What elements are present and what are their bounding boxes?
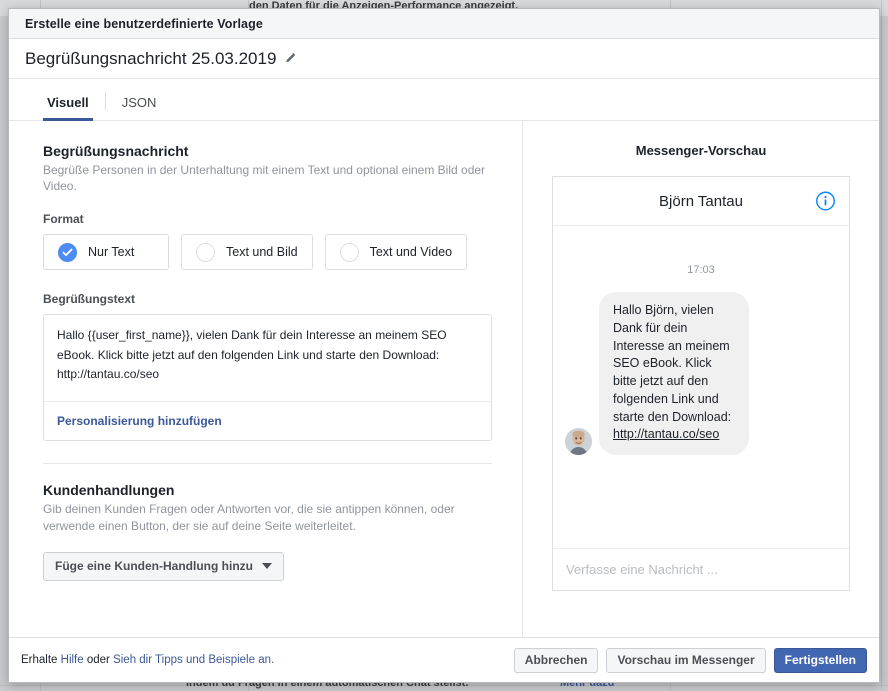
custom-template-dialog: Erstelle eine benutzerdefinierte Vorlage…: [8, 8, 880, 683]
message-row: Hallo Björn, vielen Dank für dein Intere…: [565, 292, 837, 455]
greeting-text-label: Begrüßungstext: [43, 292, 136, 307]
tab-json[interactable]: JSON: [106, 96, 173, 120]
footer-note-middle: oder: [83, 654, 114, 666]
template-title-row: Begrüßungsnachricht 25.03.2019: [9, 39, 879, 79]
footer-actions: Abbrechen Vorschau im Messenger Fertigst…: [513, 647, 867, 673]
radio-unchecked-icon: [196, 242, 215, 262]
add-customer-action-button[interactable]: Füge eine Kunden-Handlung hinzu: [43, 551, 284, 581]
greeting-text-box: Hallo {{user_first_name}}, vielen Dank f…: [43, 314, 492, 442]
format-options: Nur Text Text und Bild Text und Video: [43, 234, 492, 271]
greeting-text-footer: Personalisierung hinzufügen: [44, 401, 491, 440]
dialog-body: Begrüßungsnachricht Begrüße Personen in …: [9, 121, 879, 637]
footer-note-prefix: Erhalte: [21, 654, 61, 666]
customer-actions-description: Gib deinen Kunden Fragen oder Antworten …: [43, 502, 455, 533]
preview-pane: Messenger-Vorschau Björn Tantau 17:03 Ha…: [523, 121, 879, 637]
editor-pane: Begrüßungsnachricht Begrüße Personen in …: [9, 121, 523, 637]
preview-in-messenger-button[interactable]: Vorschau im Messenger: [606, 647, 766, 673]
template-name: Begrüßungsnachricht 25.03.2019: [25, 48, 277, 68]
message-bubble: Hallo Björn, vielen Dank für dein Intere…: [599, 292, 749, 455]
preview-heading: Messenger-Vorschau: [635, 143, 767, 158]
format-option-label: Text und Video: [369, 245, 453, 260]
greeting-section-title: Begrüßungsnachricht: [43, 143, 189, 159]
contact-name: Björn Tantau: [659, 192, 743, 210]
tab-json-label: JSON: [121, 95, 157, 110]
message-link[interactable]: http://tantau.co/seo: [613, 427, 719, 441]
format-option-label: Text und Bild: [226, 245, 298, 260]
tab-visuell-label: Visuell: [47, 95, 89, 110]
radio-checked-icon: [58, 242, 77, 262]
editor-tabs: Visuell JSON: [9, 79, 879, 121]
dialog-header: Erstelle eine benutzerdefinierte Vorlage: [9, 9, 879, 39]
chevron-down-icon: [261, 563, 272, 570]
add-personalization-link[interactable]: Personalisierung hinzufügen: [57, 414, 222, 428]
dialog-footer: Erhalte Hilfe oder Sieh dir Tipps und Be…: [9, 637, 879, 682]
messenger-header: Björn Tantau: [553, 177, 849, 226]
tips-link[interactable]: Sieh dir Tipps und Beispiele an.: [113, 654, 274, 666]
section-divider: [43, 463, 492, 465]
greeting-text-input[interactable]: Hallo {{user_first_name}}, vielen Dank f…: [44, 315, 491, 401]
messenger-preview: Björn Tantau 17:03 Hallo Björn, vielen D…: [552, 176, 850, 591]
format-option-text-und-bild[interactable]: Text und Bild: [181, 234, 313, 271]
pencil-icon[interactable]: [283, 52, 296, 65]
dialog-title: Erstelle eine benutzerdefinierte Vorlage: [25, 16, 263, 31]
help-link[interactable]: Hilfe: [61, 654, 84, 666]
compose-placeholder: Verfasse eine Nachricht ...: [566, 562, 718, 577]
cancel-button[interactable]: Abbrechen: [513, 647, 599, 673]
message-text: Hallo Björn, vielen Dank für dein Intere…: [613, 303, 732, 424]
format-label: Format: [43, 212, 84, 227]
message-thread: 17:03 Hallo Björn, vielen Dank für dein …: [553, 226, 849, 548]
greeting-section-description: Begrüße Personen in der Unterhaltung mit…: [43, 163, 486, 194]
background-rule-4: [881, 0, 882, 691]
avatar: [565, 428, 592, 455]
format-option-nur-text[interactable]: Nur Text: [43, 234, 169, 271]
info-circle-icon[interactable]: [815, 191, 836, 212]
message-compose-field[interactable]: Verfasse eine Nachricht ...: [553, 548, 849, 590]
finish-button[interactable]: Fertigstellen: [773, 647, 867, 673]
customer-actions-title: Kundenhandlungen: [43, 482, 175, 499]
message-timestamp: 17:03: [687, 264, 715, 276]
add-customer-action-label: Füge eine Kunden-Handlung hinzu: [55, 559, 253, 574]
format-option-label: Nur Text: [88, 245, 135, 260]
radio-unchecked-icon: [339, 242, 359, 262]
format-option-text-und-video[interactable]: Text und Video: [324, 234, 468, 271]
footer-note: Erhalte Hilfe oder Sieh dir Tipps und Be…: [21, 654, 274, 666]
tab-visuell[interactable]: Visuell: [31, 95, 105, 121]
